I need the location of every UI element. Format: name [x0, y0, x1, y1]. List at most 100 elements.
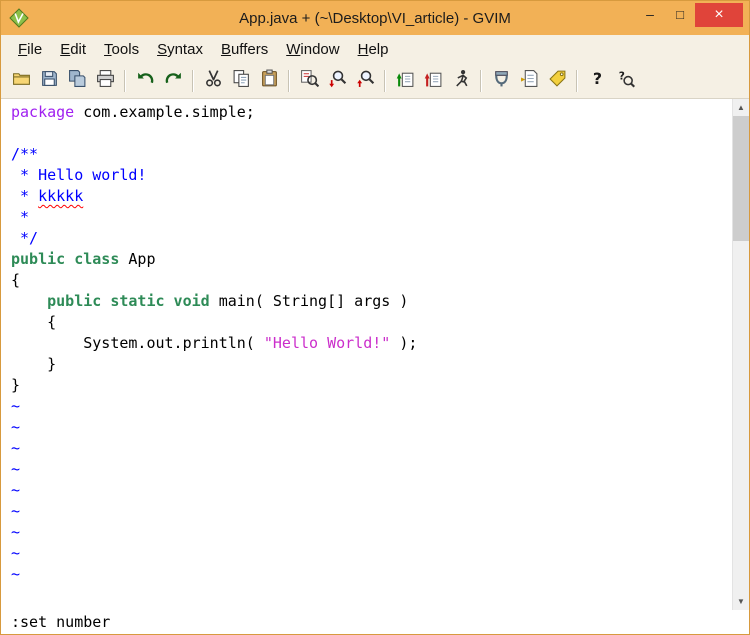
- code-segment: */: [11, 229, 39, 247]
- filler-tilde: ~: [11, 523, 21, 541]
- code-segment: package: [11, 103, 75, 121]
- toolbar-open-button[interactable]: [7, 67, 35, 94]
- code-segment: *: [11, 208, 30, 226]
- toolbar-paste-button[interactable]: [255, 67, 283, 94]
- code-line: }: [11, 354, 732, 375]
- toolbar-separator: [576, 69, 578, 92]
- menu-window[interactable]: Window: [277, 38, 348, 61]
- scroll-up-button[interactable]: ▲: [733, 99, 749, 116]
- toolbar: ??: [1, 63, 749, 99]
- tag-jump-icon: [548, 69, 567, 93]
- code-segment: {: [11, 271, 21, 289]
- paste-icon: [260, 69, 279, 93]
- filler-tilde: ~: [11, 544, 21, 562]
- save-icon: [40, 69, 59, 93]
- open-icon: [12, 69, 31, 93]
- code-segment: main( String[] args ): [209, 292, 409, 310]
- menu-tools[interactable]: Tools: [95, 38, 148, 61]
- toolbar-cut-button[interactable]: [199, 67, 227, 94]
- code-segment: {: [11, 313, 57, 331]
- toolbar-run-ctags-button[interactable]: [515, 67, 543, 94]
- maximize-button[interactable]: □: [665, 1, 695, 27]
- toolbar-save-all-button[interactable]: [63, 67, 91, 94]
- toolbar-separator: [384, 69, 386, 92]
- code-line: System.out.println( "Hello World!" );: [11, 333, 732, 354]
- minimize-button[interactable]: –: [635, 1, 665, 27]
- toolbar-find-help-button[interactable]: ?: [611, 67, 639, 94]
- filler-tilde: ~: [11, 418, 21, 436]
- code-line: public class App: [11, 249, 732, 270]
- code-segment: }: [11, 355, 57, 373]
- undo-icon: [136, 69, 155, 93]
- toolbar-tag-jump-button[interactable]: [543, 67, 571, 94]
- toolbar-find-next-button[interactable]: [323, 67, 351, 94]
- code-line: * kkkkk: [11, 186, 732, 207]
- toolbar-print-button[interactable]: [91, 67, 119, 94]
- find-next-icon: [328, 69, 347, 93]
- editor-text[interactable]: package com.example.simple; /** * Hello …: [1, 99, 732, 610]
- filler-tilde: ~: [11, 397, 21, 415]
- svg-text:?: ?: [592, 69, 601, 88]
- toolbar-save-button[interactable]: [35, 67, 63, 94]
- toolbar-help-button[interactable]: ?: [583, 67, 611, 94]
- window-controls: – □ ×: [635, 1, 749, 35]
- toolbar-separator: [192, 69, 194, 92]
- toolbar-load-session-button[interactable]: [391, 67, 419, 94]
- load-session-icon: [396, 69, 415, 93]
- toolbar-save-session-button[interactable]: [419, 67, 447, 94]
- code-segment: com.example.simple;: [74, 103, 255, 121]
- run-ctags-icon: [520, 69, 539, 93]
- toolbar-redo-button[interactable]: [159, 67, 187, 94]
- filler-tilde: ~: [11, 439, 21, 457]
- code-line: * Hello world!: [11, 165, 732, 186]
- filler-tilde: ~: [11, 481, 21, 499]
- code-segment: App: [119, 250, 156, 268]
- toolbar-find-replace-button[interactable]: [295, 67, 323, 94]
- toolbar-undo-button[interactable]: [131, 67, 159, 94]
- make-icon: [492, 69, 511, 93]
- menu-edit[interactable]: Edit: [51, 38, 95, 61]
- menu-buffers[interactable]: Buffers: [212, 38, 277, 61]
- gvim-window: App.java + (~\Desktop\VI_article) - GVIM…: [0, 0, 750, 635]
- code-line: package com.example.simple;: [11, 102, 732, 123]
- help-icon: ?: [588, 68, 607, 93]
- toolbar-separator: [288, 69, 290, 92]
- code-line: public static void main( String[] args ): [11, 291, 732, 312]
- code-line: *: [11, 207, 732, 228]
- toolbar-run-script-button[interactable]: [447, 67, 475, 94]
- find-replace-icon: [300, 69, 319, 93]
- code-segment: System.out.println(: [11, 334, 264, 352]
- command-line[interactable]: :set number: [1, 610, 749, 634]
- scrollbar-thumb[interactable]: [733, 116, 749, 241]
- toolbar-separator: [124, 69, 126, 92]
- code-line: {: [11, 312, 732, 333]
- code-segment: );: [390, 334, 418, 352]
- redo-icon: [164, 69, 183, 93]
- code-segment: "Hello World!": [263, 334, 391, 352]
- menu-help[interactable]: Help: [349, 38, 398, 61]
- code-line: /**: [11, 144, 732, 165]
- filler-tilde: ~: [11, 502, 21, 520]
- filler-tilde: ~: [11, 460, 21, 478]
- editor-area: package com.example.simple; /** * Hello …: [1, 99, 749, 610]
- filler-tilde: ~: [11, 565, 21, 583]
- menu-file[interactable]: File: [9, 38, 51, 61]
- code-segment: * Hello world!: [11, 166, 147, 184]
- title-bar[interactable]: App.java + (~\Desktop\VI_article) - GVIM…: [1, 1, 749, 35]
- close-button[interactable]: ×: [695, 3, 743, 27]
- code-segment: *: [11, 187, 39, 205]
- toolbar-make-button[interactable]: [487, 67, 515, 94]
- vertical-scrollbar[interactable]: ▲ ▼: [732, 99, 749, 610]
- toolbar-copy-button[interactable]: [227, 67, 255, 94]
- code-line: }: [11, 375, 732, 396]
- code-segment: public static void: [47, 292, 210, 310]
- code-segment: public class: [11, 250, 120, 268]
- toolbar-find-prev-button[interactable]: [351, 67, 379, 94]
- menu-syntax[interactable]: Syntax: [148, 38, 212, 61]
- scroll-down-button[interactable]: ▼: [733, 593, 749, 610]
- save-session-icon: [424, 69, 443, 93]
- copy-icon: [232, 69, 251, 93]
- print-icon: [96, 69, 115, 93]
